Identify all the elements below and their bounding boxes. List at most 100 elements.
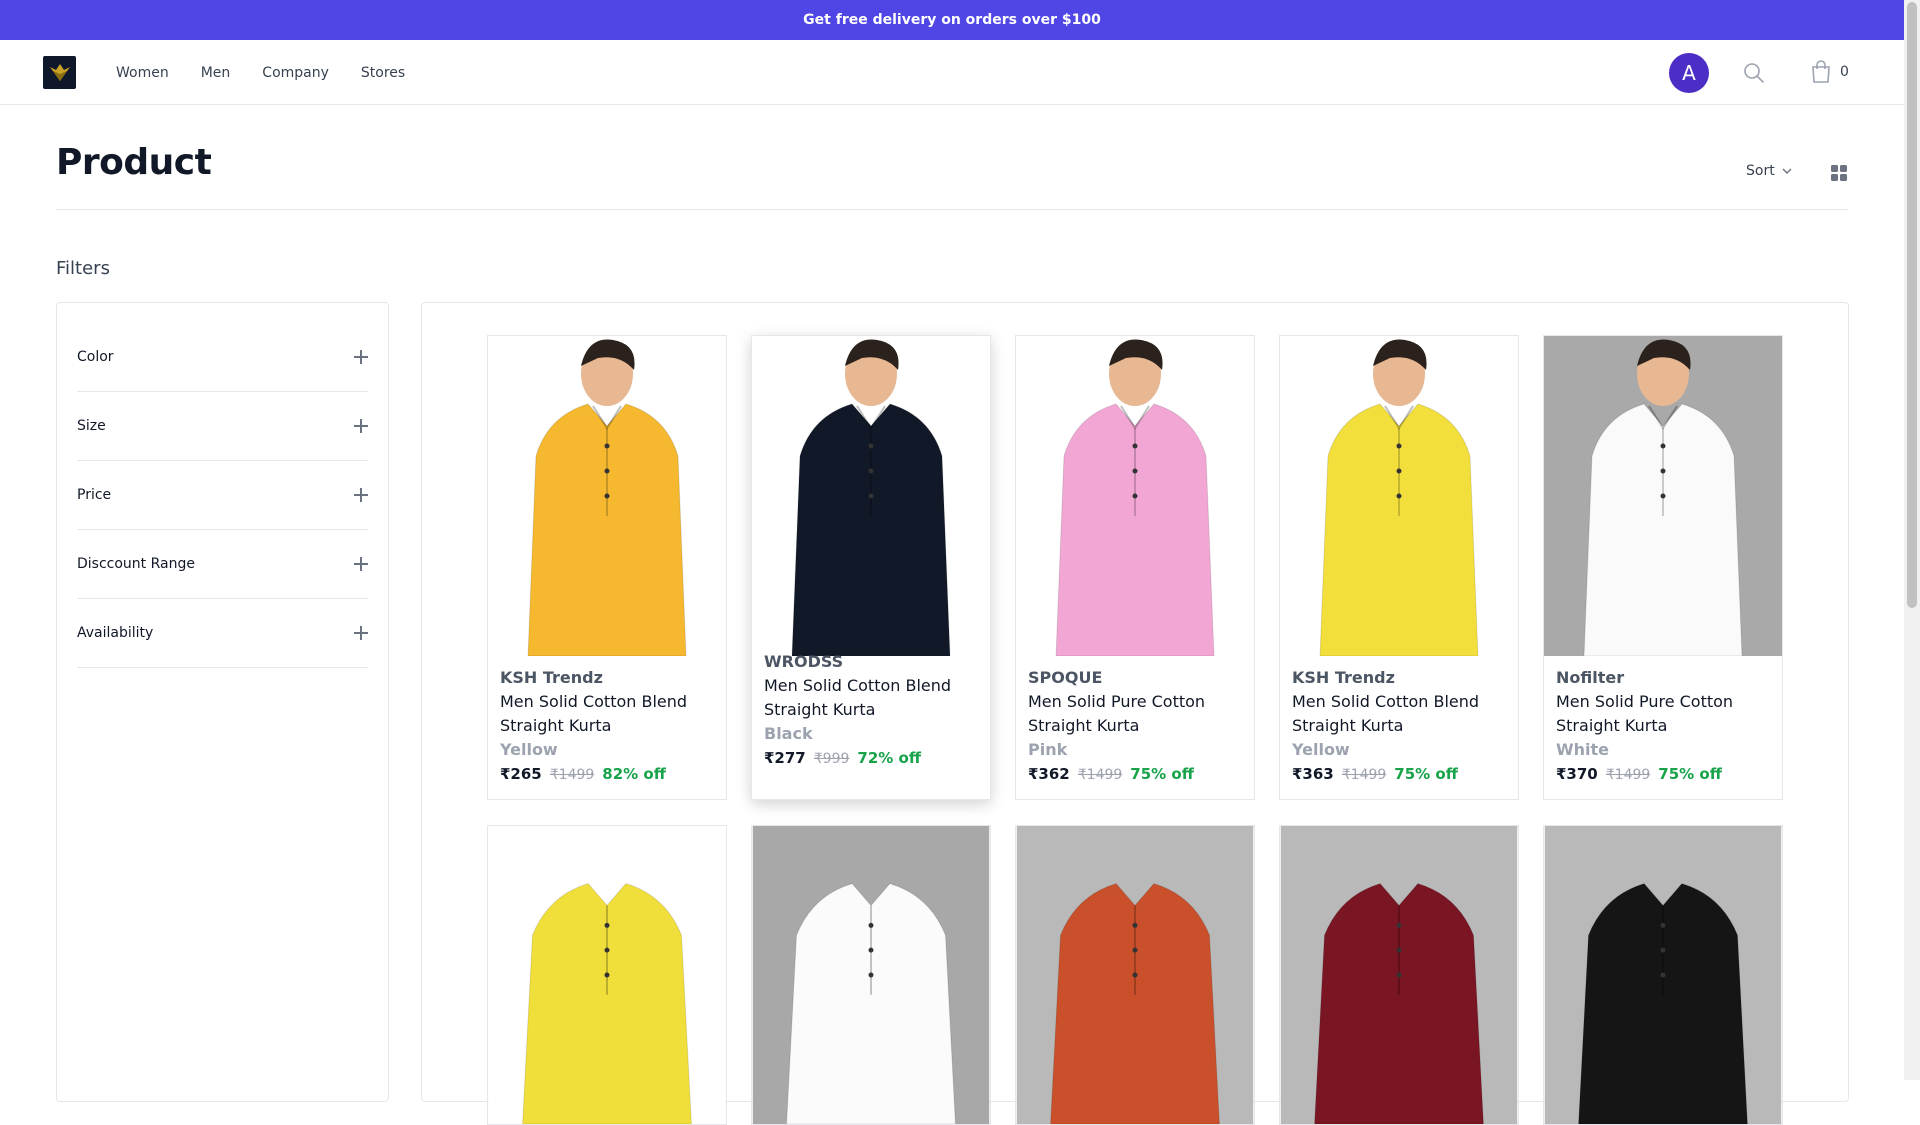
nav-item-women[interactable]: Women bbox=[116, 65, 169, 81]
product-brand: SPOQUE bbox=[1028, 668, 1103, 687]
product-mrp: ₹1499 bbox=[549, 767, 595, 783]
product-image[interactable] bbox=[1544, 336, 1782, 656]
product-color: Yellow bbox=[1292, 740, 1350, 759]
cart-button[interactable]: 0 bbox=[1810, 60, 1849, 84]
product-brand: WRODSS bbox=[764, 652, 844, 671]
scrollbar[interactable] bbox=[1904, 0, 1920, 1080]
product-image[interactable] bbox=[752, 336, 990, 656]
product-discount: 75% off bbox=[1658, 765, 1722, 783]
product-mrp: ₹1499 bbox=[1341, 767, 1387, 783]
sort-label: Sort bbox=[1746, 163, 1775, 179]
product-info: Nofilter Men Solid Pure Cotton Straight … bbox=[1556, 666, 1772, 787]
product-price: ₹362 bbox=[1028, 765, 1070, 783]
product-discount: 75% off bbox=[1130, 765, 1194, 783]
product-price: ₹277 bbox=[764, 749, 806, 767]
announcement-text: Get free delivery on orders over $100 bbox=[803, 12, 1101, 28]
scrollbar-thumb[interactable] bbox=[1907, 2, 1917, 608]
product-price: ₹370 bbox=[1556, 765, 1598, 783]
plus-icon[interactable] bbox=[354, 488, 368, 502]
avatar[interactable]: A bbox=[1669, 53, 1709, 93]
plus-icon[interactable] bbox=[354, 626, 368, 640]
product-card[interactable]: KSH Trendz Men Solid Cotton Blend Straig… bbox=[487, 335, 727, 800]
product-color: Yellow bbox=[500, 740, 558, 759]
product-name[interactable]: Men Solid Pure Cotton Straight Kurta bbox=[1028, 690, 1244, 738]
logo-icon[interactable] bbox=[43, 56, 76, 89]
kurta-image bbox=[1280, 336, 1518, 656]
product-brand: KSH Trendz bbox=[500, 668, 603, 687]
product-info: WRODSS Men Solid Cotton Blend Straight K… bbox=[764, 650, 980, 771]
search-icon[interactable] bbox=[1742, 61, 1766, 85]
product-discount: 75% off bbox=[1394, 765, 1458, 783]
filter-label: Size bbox=[77, 418, 106, 434]
nav-item-stores[interactable]: Stores bbox=[361, 65, 405, 81]
product-name[interactable]: Men Solid Cotton Blend Straight Kurta bbox=[764, 674, 980, 722]
filter-discount-range[interactable]: Disccount Range bbox=[77, 530, 368, 599]
cart-count: 0 bbox=[1840, 64, 1849, 80]
announcement-bar: Get free delivery on orders over $100 bbox=[0, 0, 1904, 40]
kurta-image bbox=[752, 826, 990, 1124]
price-row: ₹362 ₹1499 75% off bbox=[1028, 762, 1244, 787]
product-discount: 82% off bbox=[602, 765, 666, 783]
avatar-initial: A bbox=[1682, 61, 1696, 85]
product-card[interactable] bbox=[1543, 825, 1783, 1125]
product-info: SPOQUE Men Solid Pure Cotton Straight Ku… bbox=[1028, 666, 1244, 787]
product-mrp: ₹1499 bbox=[1605, 767, 1651, 783]
plus-icon[interactable] bbox=[354, 419, 368, 433]
product-color: Black bbox=[764, 724, 813, 743]
product-color: White bbox=[1556, 740, 1610, 759]
site-header: Women Men Company Stores A 0 bbox=[0, 40, 1904, 105]
filter-color[interactable]: Color bbox=[77, 323, 368, 392]
price-row: ₹265 ₹1499 82% off bbox=[500, 762, 716, 787]
kurta-image bbox=[1544, 336, 1782, 656]
product-card[interactable] bbox=[1279, 825, 1519, 1125]
filter-size[interactable]: Size bbox=[77, 392, 368, 461]
product-card[interactable]: Nofilter Men Solid Pure Cotton Straight … bbox=[1543, 335, 1783, 800]
plus-icon[interactable] bbox=[354, 350, 368, 364]
filters-panel: Color Size Price Disccount Range Availab… bbox=[56, 302, 389, 1102]
divider bbox=[56, 209, 1848, 210]
product-mrp: ₹999 bbox=[813, 751, 850, 767]
product-card[interactable] bbox=[487, 825, 727, 1125]
main-nav: Women Men Company Stores bbox=[116, 40, 405, 105]
filter-label: Price bbox=[77, 487, 112, 503]
grid-view-icon[interactable] bbox=[1830, 164, 1848, 182]
product-card[interactable]: KSH Trendz Men Solid Cotton Blend Straig… bbox=[1279, 335, 1519, 800]
kurta-image bbox=[488, 826, 726, 1124]
price-row: ₹370 ₹1499 75% off bbox=[1556, 762, 1772, 787]
sort-dropdown[interactable]: Sort bbox=[1746, 163, 1793, 179]
kurta-image bbox=[1280, 826, 1518, 1124]
product-card[interactable]: WRODSS Men Solid Cotton Blend Straight K… bbox=[751, 335, 991, 800]
shopping-bag-icon bbox=[1812, 60, 1830, 83]
page-title: Product bbox=[56, 142, 212, 183]
product-discount: 72% off bbox=[857, 749, 921, 767]
filter-availability[interactable]: Availability bbox=[77, 599, 368, 668]
product-card[interactable]: SPOQUE Men Solid Pure Cotton Straight Ku… bbox=[1015, 335, 1255, 800]
nav-item-men[interactable]: Men bbox=[201, 65, 231, 81]
product-info: KSH Trendz Men Solid Cotton Blend Straig… bbox=[500, 666, 716, 787]
filters-heading: Filters bbox=[56, 258, 110, 279]
kurta-image bbox=[752, 336, 990, 656]
nav-item-company[interactable]: Company bbox=[262, 65, 329, 81]
product-card[interactable] bbox=[1015, 825, 1255, 1125]
chevron-down-icon bbox=[1782, 168, 1792, 174]
product-image[interactable] bbox=[488, 336, 726, 656]
product-name[interactable]: Men Solid Cotton Blend Straight Kurta bbox=[1292, 690, 1508, 738]
product-price: ₹363 bbox=[1292, 765, 1334, 783]
product-image[interactable] bbox=[1280, 336, 1518, 656]
filter-label: Color bbox=[77, 349, 114, 365]
product-name[interactable]: Men Solid Pure Cotton Straight Kurta bbox=[1556, 690, 1772, 738]
price-row: ₹363 ₹1499 75% off bbox=[1292, 762, 1508, 787]
product-image[interactable] bbox=[1016, 336, 1254, 656]
kurta-image bbox=[1016, 336, 1254, 656]
kurta-image bbox=[1016, 826, 1254, 1124]
product-name[interactable]: Men Solid Cotton Blend Straight Kurta bbox=[500, 690, 716, 738]
price-row: ₹277 ₹999 72% off bbox=[764, 746, 980, 771]
product-brand: Nofilter bbox=[1556, 668, 1625, 687]
filter-label: Disccount Range bbox=[77, 556, 195, 572]
kurta-image bbox=[488, 336, 726, 656]
product-price: ₹265 bbox=[500, 765, 542, 783]
plus-icon[interactable] bbox=[354, 557, 368, 571]
filter-price[interactable]: Price bbox=[77, 461, 368, 530]
product-brand: KSH Trendz bbox=[1292, 668, 1395, 687]
product-card[interactable] bbox=[751, 825, 991, 1125]
